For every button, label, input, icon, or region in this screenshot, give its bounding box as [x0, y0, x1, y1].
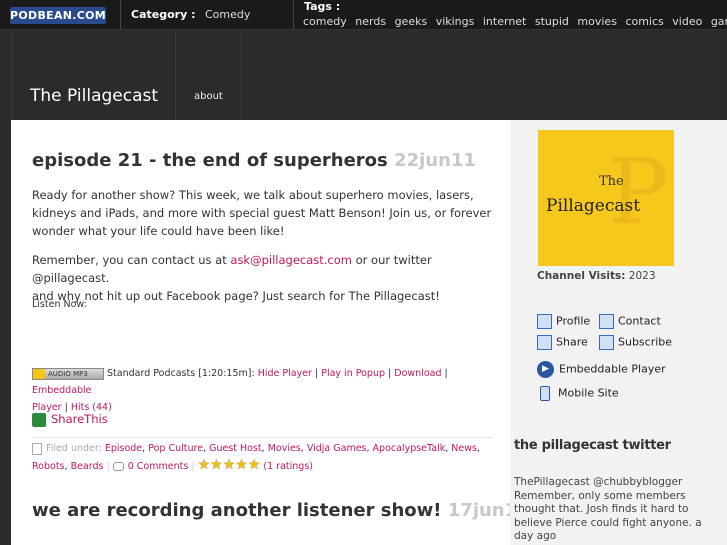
- tag-link[interactable]: stupid: [535, 15, 569, 28]
- subscribe-link[interactable]: Subscribe: [599, 335, 672, 350]
- star-icon[interactable]: ★: [248, 457, 261, 473]
- play-popup-link[interactable]: Play in Popup: [321, 368, 385, 379]
- star-icon[interactable]: ★: [210, 457, 223, 473]
- category-link[interactable]: News: [451, 443, 477, 454]
- profile-icon: [537, 314, 552, 329]
- cover-letter: P: [608, 140, 669, 245]
- category-label: Category :: [131, 8, 196, 21]
- tag-link[interactable]: vikings: [436, 15, 475, 28]
- star-icon[interactable]: ★: [223, 457, 236, 473]
- category-link[interactable]: Guest Host: [209, 443, 262, 454]
- document-icon: [32, 442, 42, 455]
- listen-now: Listen Now:: [32, 299, 87, 310]
- player-links: AUDIO MP3 Standard Podcasts [1:20:15m]: …: [32, 367, 448, 413]
- visits-label: Channel Visits:: [537, 270, 626, 282]
- category: Category : Comedy: [131, 8, 250, 21]
- category-link[interactable]: Episode: [105, 443, 142, 454]
- mobile-site-link[interactable]: Mobile Site: [537, 386, 619, 401]
- player-info: Standard Podcasts [1:20:15m]:: [107, 368, 255, 379]
- share-this[interactable]: ShareThis: [32, 411, 108, 428]
- tag-link[interactable]: comics: [625, 15, 663, 28]
- podcast-cover-art[interactable]: P The Pillagecast: [538, 130, 674, 266]
- post-title: episode 21 - the end of superheros 22jun…: [32, 150, 476, 171]
- cover-the: The: [599, 174, 624, 189]
- tag-list: comedy nerds geeks vikings internet stup…: [303, 15, 727, 28]
- tweet-time: day ago: [514, 530, 557, 542]
- divider: [293, 0, 294, 30]
- post-paragraph: Remember, you can contact us at ask@pill…: [32, 253, 440, 303]
- show-title[interactable]: The Pillagecast: [30, 86, 158, 106]
- category-value[interactable]: Comedy: [205, 8, 250, 21]
- divider: [120, 0, 121, 30]
- category-link[interactable]: Vidja Games: [307, 443, 367, 454]
- speaker-icon: [33, 368, 45, 379]
- hide-player-link[interactable]: Hide Player: [258, 368, 312, 379]
- star-icon[interactable]: ★: [235, 457, 248, 473]
- plus-icon: [599, 335, 614, 350]
- category-link[interactable]: ApocalypseTalk: [373, 443, 446, 454]
- tag-link[interactable]: internet: [483, 15, 527, 28]
- share-link[interactable]: Share: [537, 335, 588, 350]
- post-title: we are recording another listener show! …: [32, 500, 530, 521]
- tag-link[interactable]: geeks: [395, 15, 428, 28]
- title-block: [11, 30, 176, 120]
- play-icon: ▶: [537, 361, 554, 378]
- tags-label: Tags :: [304, 0, 341, 13]
- main-content: episode 21 - the end of superheros 22jun…: [11, 120, 727, 545]
- category-link[interactable]: Robots: [32, 461, 65, 472]
- share-icon: [32, 412, 46, 427]
- comments-link[interactable]: 0 Comments: [128, 461, 189, 472]
- post-title-link[interactable]: episode 21 - the end of superheros: [32, 150, 388, 171]
- post-title-link[interactable]: we are recording another listener show!: [32, 500, 441, 521]
- category-link[interactable]: Pop Culture: [148, 443, 203, 454]
- category-link[interactable]: Beards: [71, 461, 104, 472]
- tweet: ThePillagecast @chubbyblogger Remember, …: [514, 476, 702, 542]
- tag-link[interactable]: games: [711, 15, 727, 28]
- visits-value: 2023: [628, 270, 656, 282]
- cover-name: Pillagecast: [546, 196, 641, 216]
- mail-icon: [599, 314, 614, 329]
- ratings-link[interactable]: (1 ratings): [263, 461, 313, 472]
- divider: [32, 437, 492, 438]
- tag-link[interactable]: comedy: [303, 15, 347, 28]
- post-meta: Filed under: Episode, Pop Culture, Guest…: [32, 442, 480, 473]
- comment-icon: [112, 462, 124, 471]
- contact-link[interactable]: Contact: [599, 314, 661, 329]
- rating-stars[interactable]: ★★★★★: [198, 457, 261, 473]
- post-paragraph: Ready for another show? This week, we ta…: [32, 188, 492, 238]
- profile-link[interactable]: Profile: [537, 314, 590, 329]
- embeddable-player-link[interactable]: ▶ Embeddable Player: [537, 361, 666, 378]
- email-link[interactable]: ask@pillagecast.com: [230, 253, 352, 267]
- star-icon[interactable]: ★: [198, 457, 211, 473]
- share-arrow-icon: [537, 335, 552, 350]
- mobile-icon: [540, 386, 550, 401]
- post-date: 22jun11: [394, 150, 476, 171]
- share-this-link[interactable]: ShareThis: [51, 412, 108, 426]
- channel-visits: Channel Visits: 2023: [537, 270, 656, 282]
- top-bar: PODBEAN.COM Category : Comedy Tags : com…: [0, 0, 727, 30]
- filed-under-label: Filed under:: [46, 443, 102, 454]
- about-link[interactable]: about: [194, 91, 223, 102]
- sidebar: P The Pillagecast Channel Visits: 2023 P…: [510, 120, 727, 545]
- audio-mp3-badge: AUDIO MP3: [32, 367, 104, 380]
- embeddable-link[interactable]: Embeddable: [32, 385, 92, 396]
- tag-link[interactable]: video: [672, 15, 702, 28]
- about-block: [177, 30, 242, 120]
- tag-link[interactable]: movies: [577, 15, 617, 28]
- podbean-logo[interactable]: PODBEAN.COM: [10, 7, 106, 24]
- download-link[interactable]: Download: [394, 368, 441, 379]
- category-link[interactable]: Movies: [268, 443, 301, 454]
- twitter-heading: the pillagecast twitter: [514, 438, 671, 453]
- tag-link[interactable]: nerds: [355, 15, 386, 28]
